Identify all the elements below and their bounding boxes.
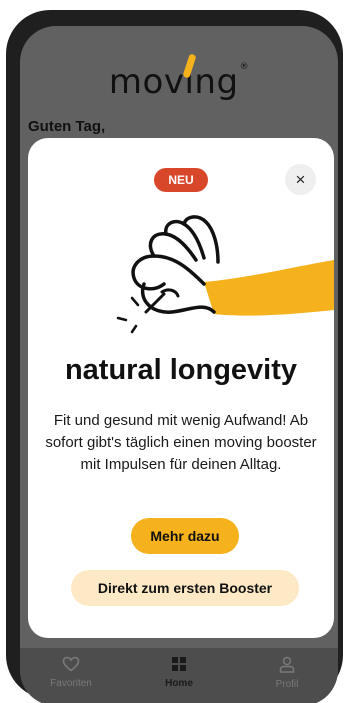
logo-text-start: mov <box>108 62 185 102</box>
logo-registered-mark: ® <box>239 62 250 72</box>
modal-description: Fit und gesund mit wenig Aufwand! Ab sof… <box>45 412 317 473</box>
person-icon <box>279 656 295 673</box>
modal-title: natural longevity <box>64 354 298 386</box>
logo-text-i: i <box>184 62 195 102</box>
new-badge: NEU <box>154 168 208 192</box>
app-logo: moving® <box>20 62 338 102</box>
bottom-tab-bar: Favoriten Home Profil <box>20 648 338 703</box>
tab-profil[interactable]: Profil <box>242 656 332 690</box>
grid-icon <box>172 657 186 671</box>
logo-text-end: ng <box>194 62 239 102</box>
first-booster-button[interactable]: Direkt zum ersten Booster <box>71 570 299 606</box>
app-screen: moving® Guten Tag, NEU × natural longevi… <box>20 26 338 703</box>
tab-label-profil: Profil <box>275 679 299 690</box>
tab-home[interactable]: Home <box>134 656 224 689</box>
tab-favoriten[interactable]: Favoriten <box>26 656 116 689</box>
hand-snap-icon <box>116 215 334 334</box>
tab-label-home: Home <box>165 678 193 689</box>
heart-icon <box>62 656 80 672</box>
tab-label-favoriten: Favoriten <box>50 678 92 689</box>
announcement-modal: NEU × natural longevity Fit und gesund m… <box>28 138 334 638</box>
more-info-button[interactable]: Mehr dazu <box>131 518 239 554</box>
close-button[interactable]: × <box>285 164 316 195</box>
phone-frame: moving® Guten Tag, NEU × natural longevi… <box>6 10 343 703</box>
greeting-text: Guten Tag, <box>28 118 106 135</box>
